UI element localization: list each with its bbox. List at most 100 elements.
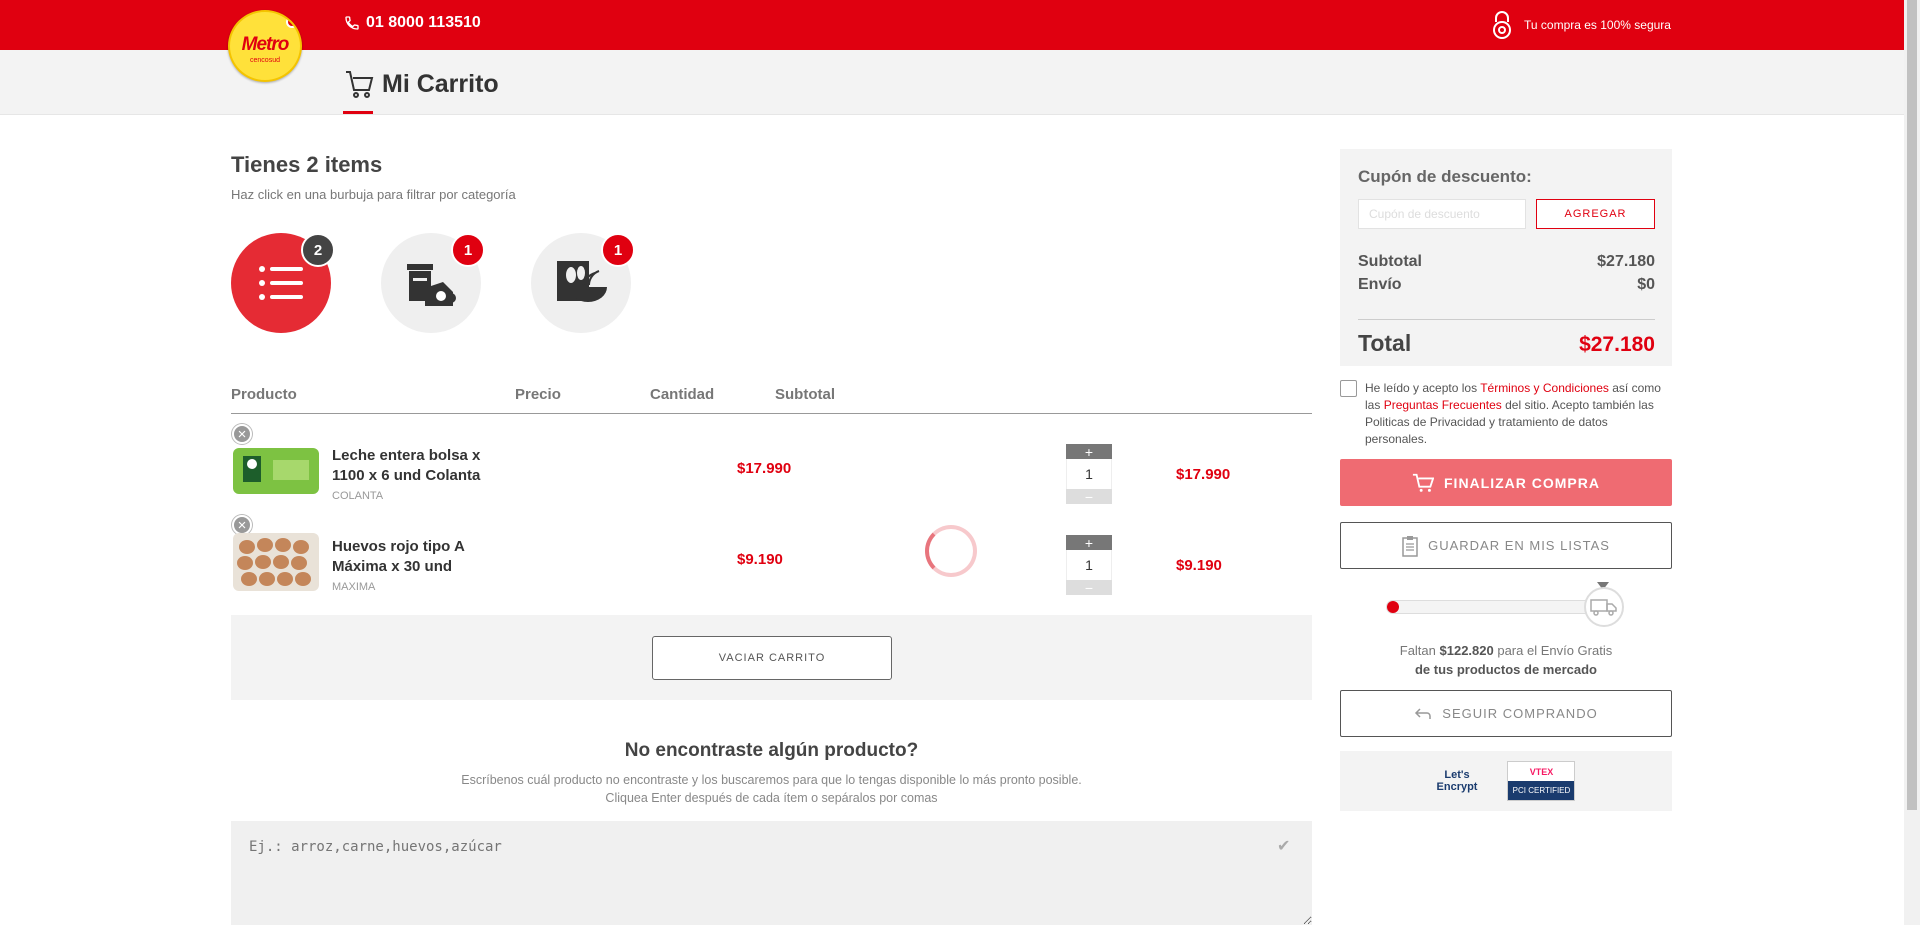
add-coupon-button[interactable]: AGREGAR	[1536, 199, 1655, 229]
metro-logo[interactable]: Metro cencosud	[228, 10, 302, 82]
free-shipping-line2: de tus productos de mercado	[1340, 660, 1672, 679]
coupon-input[interactable]	[1358, 199, 1526, 229]
product-image-milk[interactable]	[233, 442, 319, 500]
decrease-quantity-button[interactable]: −	[1066, 580, 1112, 595]
quantity-value[interactable]: 1	[1066, 459, 1112, 489]
page-scrollbar[interactable]	[1904, 0, 1920, 925]
increase-quantity-button[interactable]: +	[1066, 535, 1112, 550]
table-row: × Leche entera bolsa x 1100 x 6 und Cola…	[231, 424, 1312, 514]
items-heading: Tienes 2 items	[231, 152, 383, 177]
quantity-stepper: + 1 −	[1066, 535, 1112, 595]
free-shipping-message: Faltan $122.820 para el Envío Gratis de …	[1340, 641, 1672, 679]
not-found-description: Escríbenos cuál producto no encontraste …	[231, 771, 1312, 807]
check-icon[interactable]: ✔	[1277, 836, 1290, 856]
logo-dot	[286, 16, 298, 28]
clipboard-icon	[1402, 535, 1418, 557]
column-subtotal: Subtotal	[775, 386, 835, 403]
loading-spinner	[925, 525, 977, 577]
terms-checkbox[interactable]	[1340, 380, 1357, 397]
secure-text: Tu compra es 100% segura	[1524, 18, 1671, 32]
return-arrow-icon	[1415, 707, 1432, 719]
product-image-eggs[interactable]	[233, 533, 319, 591]
free-shipping-line2-text: de tus productos de mercado	[1414, 662, 1598, 677]
finalize-purchase-button[interactable]: FINALIZAR COMPRA	[1340, 459, 1672, 506]
continue-shopping-button[interactable]: SEGUIR COMPRANDO	[1340, 690, 1672, 737]
cart-icon	[346, 71, 374, 98]
logo-text: Metro	[241, 34, 290, 55]
empty-cart-button[interactable]: VACIAR CARRITO	[652, 636, 892, 680]
free-shipping-progress	[1386, 600, 1596, 614]
save-to-list-button[interactable]: GUARDAR EN MIS LISTAS	[1340, 522, 1672, 569]
shipping-value: $0	[1637, 276, 1655, 293]
phone-number: 01 8000 113510	[366, 14, 481, 31]
finalize-purchase-label: FINALIZAR COMPRA	[1444, 474, 1600, 491]
remove-item-button[interactable]: ×	[232, 515, 252, 535]
free-shipping-progress-fill	[1387, 601, 1399, 613]
bubble-count-badge: 1	[451, 233, 485, 267]
lets-encrypt-logo: Let's Encrypt	[1437, 769, 1478, 793]
subtotal-label: Subtotal	[1358, 253, 1422, 270]
terms-link[interactable]: Términos y Condiciones	[1480, 381, 1609, 395]
product-brand: COLANTA	[332, 490, 384, 502]
subtotal-value: $27.180	[1597, 253, 1655, 270]
increase-quantity-button[interactable]: +	[1066, 444, 1112, 459]
order-summary: Cupón de descuento: AGREGAR Subtotal $27…	[1340, 149, 1672, 366]
terms-text-pre: He leído y acepto los	[1365, 381, 1481, 395]
phone-contact[interactable]: 01 8000 113510	[344, 14, 481, 32]
bubble-count-badge: 1	[601, 233, 635, 267]
filter-hint: Haz click en una burbuja para filtrar po…	[231, 187, 516, 202]
product-name[interactable]: Leche entera bolsa x 1100 x 6 und Colant…	[332, 446, 492, 486]
phone-icon	[345, 16, 359, 30]
shipping-label: Envío	[1358, 276, 1402, 293]
category-bubble-all[interactable]: 2	[231, 233, 335, 333]
subtotal-row: Subtotal $27.180	[1358, 253, 1655, 271]
column-product: Producto	[231, 386, 297, 403]
category-bubble-dairy[interactable]: 1	[381, 233, 485, 333]
quantity-value[interactable]: 1	[1066, 550, 1112, 580]
category-bubble-breakfast[interactable]: 1	[531, 233, 635, 333]
terms-text: He leído y acepto los Términos y Condici…	[1365, 380, 1665, 448]
continue-shopping-label: SEGUIR COMPRANDO	[1442, 706, 1598, 721]
lets-encrypt-line1: Let's	[1444, 769, 1470, 781]
remove-item-button[interactable]: ×	[232, 424, 252, 444]
free-shipping-line1: Faltan $122.820 para el Envío Gratis	[1340, 641, 1672, 660]
truck-badge	[1584, 587, 1624, 627]
product-brand: MAXIMA	[332, 581, 376, 593]
decrease-quantity-button[interactable]: −	[1066, 489, 1112, 504]
vtex-pci-logo: VTEX PCI CERTIFIED	[1507, 761, 1576, 801]
total-label: Total	[1358, 330, 1412, 356]
vtex-logo-text: VTEX	[1529, 766, 1554, 777]
total-row: Total $27.180	[1358, 319, 1655, 357]
page-title: Mi Carrito	[344, 68, 499, 100]
empty-cart-area: VACIAR CARRITO	[231, 615, 1312, 700]
product-subtotal: $9.190	[1176, 557, 1222, 574]
pci-certified-text: PCI CERTIFIED	[1508, 781, 1575, 800]
product-subtotal: $17.990	[1176, 466, 1231, 483]
table-header: Producto Precio Cantidad Subtotal	[231, 382, 1312, 414]
shipping-row: Envío $0	[1358, 276, 1655, 294]
bubble-count-badge: 2	[301, 233, 335, 267]
product-name[interactable]: Huevos rojo tipo A Máxima x 30 und	[332, 537, 492, 577]
scrollbar-thumb[interactable]	[1907, 0, 1917, 810]
table-row: × Huevos rojo tipo A Máxima x 30 und MAX…	[231, 515, 1312, 605]
not-found-line2: Cliquea Enter después de cada ítem o sep…	[605, 791, 938, 805]
lets-encrypt-line2: Encrypt	[1436, 781, 1478, 793]
list-icon	[259, 266, 303, 300]
title-underline	[343, 111, 373, 114]
free-shipping-pre: Faltan	[1399, 643, 1440, 658]
faq-link[interactable]: Preguntas Frecuentes	[1384, 398, 1502, 412]
free-shipping-amount: $122.820	[1439, 643, 1494, 658]
not-found-line1: Escríbenos cuál producto no encontraste …	[461, 773, 1082, 787]
dairy-eggs-icon	[407, 264, 456, 306]
missing-products-input[interactable]	[231, 821, 1312, 925]
column-price: Precio	[515, 386, 561, 403]
free-shipping-post: para el Envío Gratis	[1493, 643, 1613, 658]
save-to-list-label: GUARDAR EN MIS LISTAS	[1428, 538, 1610, 553]
coupon-label: Cupón de descuento:	[1358, 167, 1532, 186]
page-title-text: Mi Carrito	[382, 69, 499, 98]
cart-icon	[1412, 473, 1434, 492]
total-value: $27.180	[1579, 333, 1655, 356]
security-certificates: Let's Encrypt VTEX PCI CERTIFIED	[1340, 751, 1672, 811]
product-price: $17.990	[737, 460, 792, 477]
not-found-title: No encontraste algún producto?	[624, 740, 919, 761]
